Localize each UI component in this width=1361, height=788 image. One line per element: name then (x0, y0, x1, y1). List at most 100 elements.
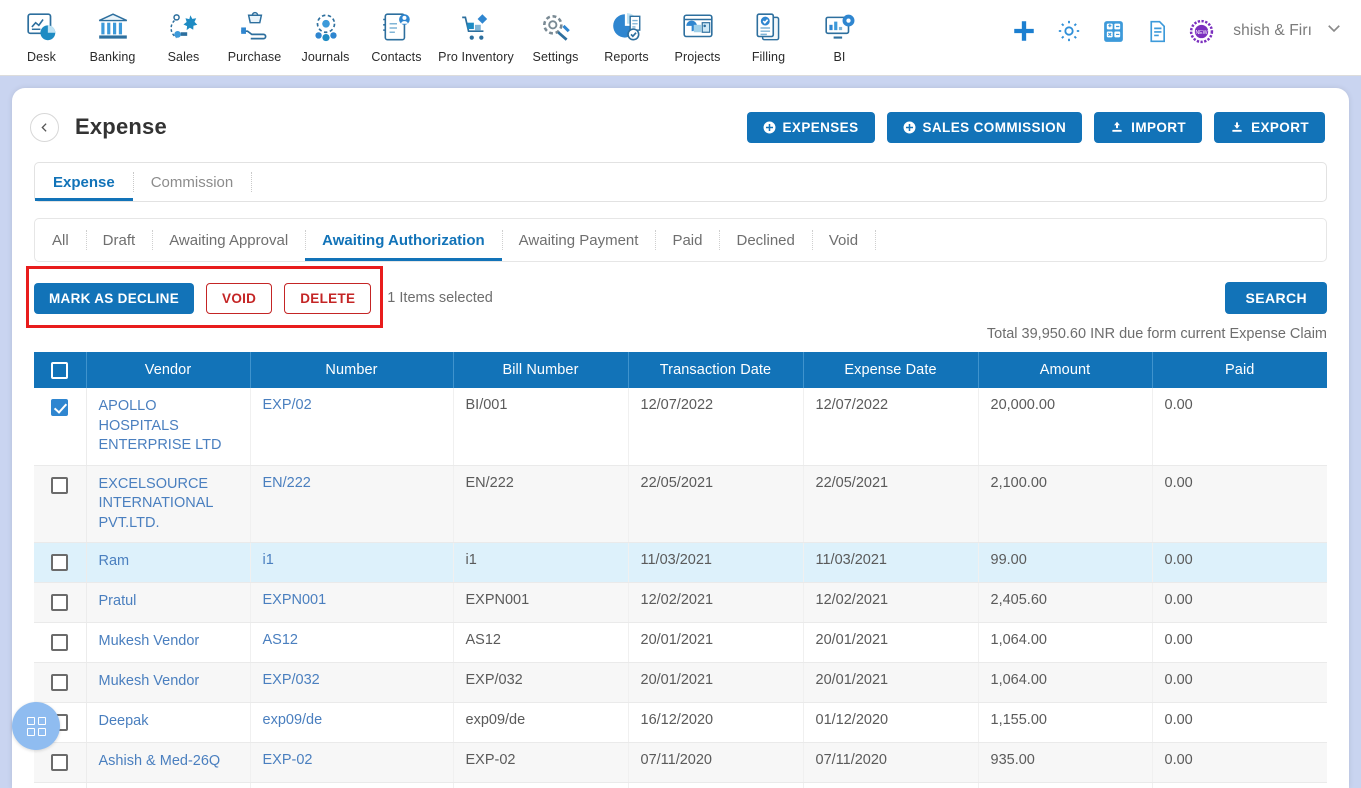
cell-amount: 1,155.00 (978, 702, 1153, 744)
row-checkbox[interactable] (51, 554, 69, 572)
table-row[interactable]: Mukesh Vendor AS12 AS12 20/01/2021 20/01/202… (34, 622, 1327, 664)
cell-paid: 0.00 (1152, 702, 1327, 744)
status-tab-void[interactable]: Void (812, 219, 877, 261)
table-row[interactable]: Ashish & Med-26Q EXP-02 EXP-02 07/11/2020 07… (34, 742, 1327, 784)
column-header-number[interactable]: Number (250, 352, 454, 388)
column-header-vendor[interactable]: Vendor (86, 352, 251, 388)
row-checkbox[interactable] (51, 476, 69, 494)
nav-module-pro-inventory[interactable]: Pro Inventory (432, 0, 520, 64)
cell-bill-number: EN/222 (453, 465, 629, 544)
row-checkbox[interactable] (51, 399, 69, 416)
nav-module-journals[interactable]: Journals (290, 0, 361, 64)
delete-button[interactable]: DELETE (284, 282, 372, 314)
cell-transaction-date: 20/01/2021 (628, 622, 804, 664)
void-button[interactable]: VOID (206, 282, 273, 314)
column-header-paid[interactable]: Paid (1152, 352, 1327, 388)
cell-paid: 0.00 (1152, 662, 1327, 704)
grid-apps-icon[interactable] (12, 702, 60, 750)
status-tab-paid[interactable]: Paid (655, 219, 721, 261)
cell-number[interactable]: EXPN001 (250, 582, 454, 624)
column-header-transaction-date[interactable]: Transaction Date (628, 352, 804, 388)
export-button[interactable]: EXPORT (1214, 111, 1325, 143)
calculator-icon[interactable] (1101, 19, 1126, 44)
nav-module-purchase[interactable]: Purchase (219, 0, 290, 64)
expense-table: Vendor Number Bill Number Transaction Date E… (34, 352, 1327, 788)
cell-vendor[interactable]: Deepak (86, 702, 251, 744)
table-row[interactable]: APOLLO HOSPITALS ENTERPRISE LTD EXP/02 BI/… (34, 388, 1327, 466)
nav-module-label: Pro Inventory (438, 50, 514, 64)
nav-module-bi[interactable]: BI (804, 0, 875, 64)
nav-module-label: Contacts (371, 50, 422, 64)
nav-module-banking[interactable]: Banking (77, 0, 148, 64)
status-tab-awaiting-authorization[interactable]: Awaiting Authorization (305, 219, 503, 261)
status-tab-draft[interactable]: Draft (86, 219, 153, 261)
row-checkbox[interactable] (51, 594, 69, 612)
table-row[interactable]: Ram i1 i1 11/03/2021 11/03/2021 99.00 0.00 (34, 542, 1327, 584)
cell-number[interactable]: i1 (250, 542, 454, 584)
page-header: Expense EXPENSES SALES COMMISSION IMPORT EX… (12, 88, 1349, 150)
cell-number[interactable]: EXP/032 (250, 662, 454, 704)
cell-number[interactable]: exp09/de (250, 702, 454, 744)
mark-as-decline-button[interactable]: MARK AS DECLINE (34, 282, 195, 314)
cell-number[interactable]: EXP/02 (250, 388, 454, 466)
status-tab-declined[interactable]: Declined (719, 219, 814, 261)
settings-icon (539, 7, 573, 49)
search-button[interactable]: SEARCH (1225, 282, 1327, 314)
cell-number[interactable]: EXP-02 (250, 742, 454, 784)
row-checkbox[interactable] (51, 634, 69, 652)
nav-module-label: Reports (604, 50, 649, 64)
table-row[interactable]: Pratul EXPN001 EXPN001 12/02/2021 12/02/2021… (34, 582, 1327, 624)
nav-module-desk[interactable]: Desk (6, 0, 77, 64)
status-tab-all[interactable]: All (35, 219, 87, 261)
expenses-button[interactable]: EXPENSES (746, 111, 875, 143)
nav-module-projects[interactable]: Projects (662, 0, 733, 64)
nav-module-settings[interactable]: Settings (520, 0, 591, 64)
plus-icon[interactable] (1011, 18, 1037, 44)
column-header-amount[interactable]: Amount (978, 352, 1153, 388)
cell-vendor[interactable]: Mukesh Vendor (86, 662, 251, 704)
table-row[interactable]: EXCELSOURCE INTERNATIONAL PVT.LTD. EN/222… (34, 465, 1327, 544)
cell-transaction-date: 12/02/2021 (628, 582, 804, 624)
new-badge-icon[interactable]: NEW (1189, 19, 1214, 44)
cell-vendor[interactable]: APOLLO HOSPITALS ENTERPRISE LTD (86, 388, 251, 466)
nav-module-reports[interactable]: Reports (591, 0, 662, 64)
tab-expense[interactable]: Expense (35, 163, 134, 201)
gear-icon[interactable] (1056, 18, 1082, 44)
user-account-name[interactable]: shish & Firı (1233, 22, 1312, 40)
cell-number[interactable]: EN/222 (250, 465, 454, 544)
cell-paid: 0.00 (1152, 542, 1327, 584)
status-tab-awaiting-payment[interactable]: Awaiting Payment (502, 219, 657, 261)
cell-paid: 0.00 (1152, 782, 1327, 788)
tab-commission[interactable]: Commission (132, 163, 252, 201)
filling-icon (752, 7, 786, 49)
grid-cell (26, 716, 35, 725)
status-tab-awaiting-approval[interactable]: Awaiting Approval (152, 219, 307, 261)
table-row[interactable]: Deepak exp09/de exp09/de 16/12/2020 01/12/20… (34, 702, 1327, 744)
row-checkbox[interactable] (51, 674, 69, 692)
cell-bill-number: AS12 (453, 622, 629, 664)
nav-module-contacts[interactable]: Contacts (361, 0, 432, 64)
cell-number[interactable]: EN-0432 (250, 782, 454, 788)
select-all-checkbox[interactable] (51, 361, 69, 379)
chevron-down-icon[interactable] (1325, 19, 1343, 43)
sales-commission-button[interactable]: SALES COMMISSION (886, 111, 1083, 143)
cell-vendor[interactable]: Ashish & Med-26Q (86, 742, 251, 784)
selected-count-label: 1 Items selected (387, 290, 493, 306)
table-row[interactable]: Ashish Medical StoreEN-0432EN-043202/11/… (34, 782, 1327, 788)
cell-vendor[interactable]: Ram (86, 542, 251, 584)
import-button[interactable]: IMPORT (1094, 111, 1203, 143)
row-checkbox[interactable] (51, 754, 69, 772)
table-row[interactable]: Mukesh Vendor EXP/032 EXP/032 20/01/2021 20/… (34, 662, 1327, 704)
chevron-left-icon[interactable] (30, 112, 59, 142)
document-icon[interactable] (1145, 19, 1170, 44)
cell-vendor[interactable]: Pratul (86, 582, 251, 624)
cell-number[interactable]: AS12 (250, 622, 454, 664)
cell-vendor[interactable]: Mukesh Vendor (86, 622, 251, 664)
cell-vendor[interactable]: Ashish Medical Store (86, 782, 251, 788)
nav-module-filling[interactable]: Filling (733, 0, 804, 64)
nav-module-sales[interactable]: Sales (148, 0, 219, 64)
column-header-bill-number[interactable]: Bill Number (453, 352, 629, 388)
cell-vendor[interactable]: EXCELSOURCE INTERNATIONAL PVT.LTD. (86, 465, 251, 544)
table-header: Vendor Number Bill Number Transaction Date E… (34, 352, 1327, 388)
column-header-expense-date[interactable]: Expense Date (803, 352, 979, 388)
